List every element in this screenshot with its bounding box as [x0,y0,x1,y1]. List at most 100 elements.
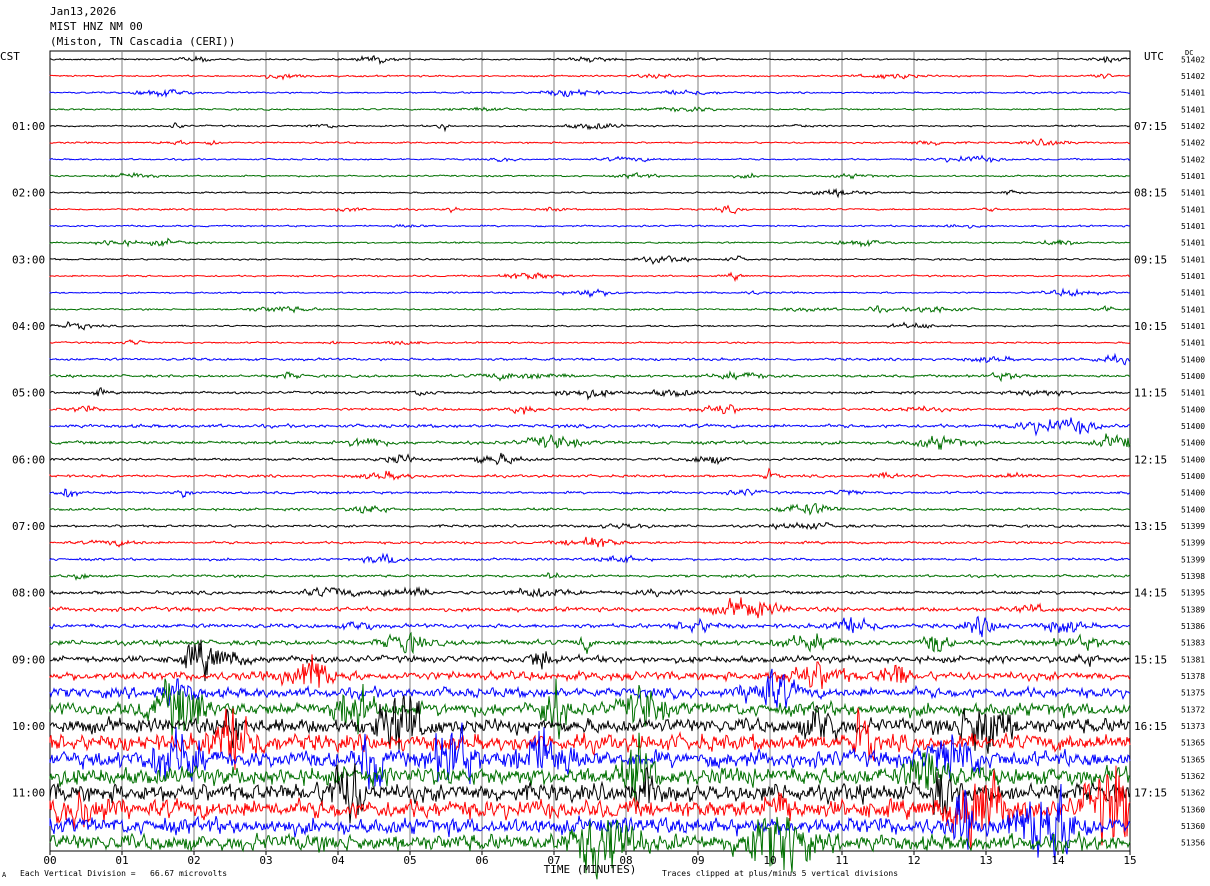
seismic-trace-row [49,88,1131,99]
seismic-trace-row [49,521,1131,531]
x-tick-label: 06 [475,854,488,867]
dc-value: 51398 [1181,572,1205,581]
dc-value: 51401 [1181,205,1205,214]
x-tick-label: 03 [259,854,272,867]
helicorder-chart: 00 01 02 03 04 05 06 07 08 09 10 11 12 13 14 15TIME (MI… [0,49,1205,880]
dc-value: 51362 [1181,789,1205,798]
seismic-trace-row [49,536,1131,548]
seismic-trace-row [49,370,1131,383]
dc-value: 51383 [1181,639,1205,648]
left-hour-label: 11:00 [12,787,45,800]
dc-value: 51401 [1181,222,1205,231]
x-tick-label: 14 [1051,854,1065,867]
dc-value: 51378 [1181,672,1205,681]
dc-value: 51401 [1181,289,1205,298]
seismic-trace-row [49,171,1131,180]
seismic-trace-row [49,73,1131,81]
dc-value: 51400 [1181,355,1205,364]
seismic-trace-row [49,433,1131,450]
dc-value: 51386 [1181,622,1205,631]
x-tick-label: 04 [331,854,345,867]
seismic-trace-row [49,106,1131,113]
x-tick-label: 02 [187,854,200,867]
dc-value: 51401 [1181,389,1205,398]
dc-value: 51402 [1181,139,1205,148]
seismic-trace-row [49,237,1131,248]
x-tick-label: 15 [1123,854,1136,867]
dc-value: 51399 [1181,555,1205,564]
seismic-trace-row [49,287,1131,299]
seismic-trace-row [49,352,1131,366]
seismic-trace-row [49,552,1131,565]
left-hour-label: 09:00 [12,653,45,666]
plot-frame [49,50,1131,852]
right-hour-label: 08:15 [1134,187,1167,200]
dc-value: 51401 [1181,339,1205,348]
left-hour-label: 01:00 [12,120,45,133]
dc-value: 51401 [1181,105,1205,114]
right-axis-title: UTC [1144,50,1164,63]
seismic-trace-row [49,204,1131,215]
seismic-trace-row [49,571,1131,581]
left-hour-label: 04:00 [12,320,45,333]
seismic-trace-row [49,154,1131,164]
dc-value: 51360 [1181,805,1205,814]
seismic-trace-row [49,339,1131,346]
x-tick-label: 09 [691,854,704,867]
left-hour-label: 03:00 [12,253,45,266]
dc-value: 51402 [1181,72,1205,81]
dc-value: 51401 [1181,322,1205,331]
seismic-trace-row [49,488,1131,499]
right-hour-label: 07:15 [1134,120,1167,133]
dc-value: 51401 [1181,272,1205,281]
dc-value: 51402 [1181,155,1205,164]
seismic-trace-row [49,223,1131,229]
right-hour-label: 12:15 [1134,453,1167,466]
right-hour-label: 11:15 [1134,387,1167,400]
left-hour-label: 05:00 [12,387,45,400]
right-hour-label: 10:15 [1134,320,1167,333]
dc-value: 51401 [1181,89,1205,98]
seismic-trace-row [49,305,1131,314]
right-hour-label: 17:15 [1134,787,1167,800]
seismic-traces [49,54,1131,880]
dc-value: 51373 [1181,722,1205,731]
seismic-trace-row [49,255,1131,265]
dc-value: 51375 [1181,689,1205,698]
dc-value: 51401 [1181,239,1205,248]
dc-value: 51362 [1181,772,1205,781]
dc-value: 51399 [1181,539,1205,548]
x-tick-label: 10 [763,854,776,867]
seismic-trace-row [49,503,1131,516]
dc-value: 51400 [1181,405,1205,414]
dc-value: 51400 [1181,489,1205,498]
seismic-trace-row [49,615,1131,638]
seismic-trace-row [49,678,1131,740]
seismic-trace-row [49,404,1131,415]
dc-value: 51401 [1181,305,1205,314]
seismic-trace-row [49,586,1131,598]
seismic-trace-row [49,54,1131,65]
x-tick-label: 00 [43,854,56,867]
dc-value: 51399 [1181,522,1205,531]
dc-value: 51365 [1181,739,1205,748]
right-hour-label: 16:15 [1134,720,1167,733]
dc-value: 51381 [1181,655,1205,664]
dc-value: 51356 [1181,839,1205,848]
x-axis-title: TIME (MINUTES) [544,863,637,876]
dc-value: 51401 [1181,172,1205,181]
left-hour-label: 08:00 [12,587,45,600]
x-tick-label: 01 [115,854,128,867]
dc-value: 51400 [1181,505,1205,514]
x-tick-label: 05 [403,854,416,867]
x-tick-label: 13 [979,854,992,867]
left-hour-label: 06:00 [12,453,45,466]
dc-value: 51400 [1181,472,1205,481]
seismic-trace-row [49,138,1131,147]
seismic-trace-row [49,597,1131,619]
left-hour-label: 10:00 [12,720,45,733]
dc-value: 51401 [1181,189,1205,198]
seismic-trace-row [49,187,1131,199]
right-hour-label: 13:15 [1134,520,1167,533]
dc-value: 51400 [1181,372,1205,381]
